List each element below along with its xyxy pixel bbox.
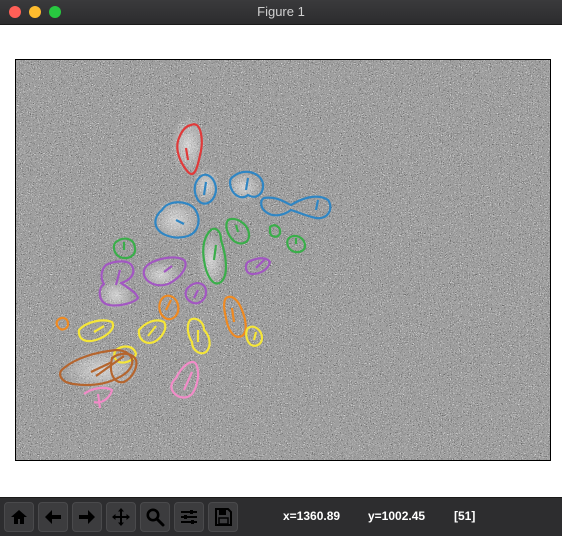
home-icon: [11, 510, 27, 524]
back-icon: [45, 510, 61, 524]
zoom-button[interactable]: [140, 502, 170, 532]
back-button[interactable]: [38, 502, 68, 532]
x-coordinate-readout: x=1360.89: [283, 509, 341, 523]
zoom-icon: [146, 508, 165, 527]
window-title: Figure 1: [257, 4, 305, 19]
navigation-toolbar: x=1360.89 y=1002.45 [51]: [0, 497, 562, 536]
configure-subplots-icon: [181, 510, 197, 524]
window-titlebar: Figure 1: [0, 0, 562, 25]
pan-button[interactable]: [106, 502, 136, 532]
image-axes[interactable]: [15, 59, 551, 461]
forward-button[interactable]: [72, 502, 102, 532]
y-coordinate-readout: y=1002.45: [368, 509, 426, 523]
frame-readout: [51]: [454, 509, 476, 523]
home-button[interactable]: [4, 502, 34, 532]
save-button[interactable]: [208, 502, 238, 532]
configure-subplots-button[interactable]: [174, 502, 204, 532]
image-plot: [16, 60, 550, 460]
save-icon: [215, 508, 232, 526]
noise-background: [16, 60, 550, 460]
pan-icon: [112, 508, 130, 526]
forward-icon: [79, 510, 95, 524]
